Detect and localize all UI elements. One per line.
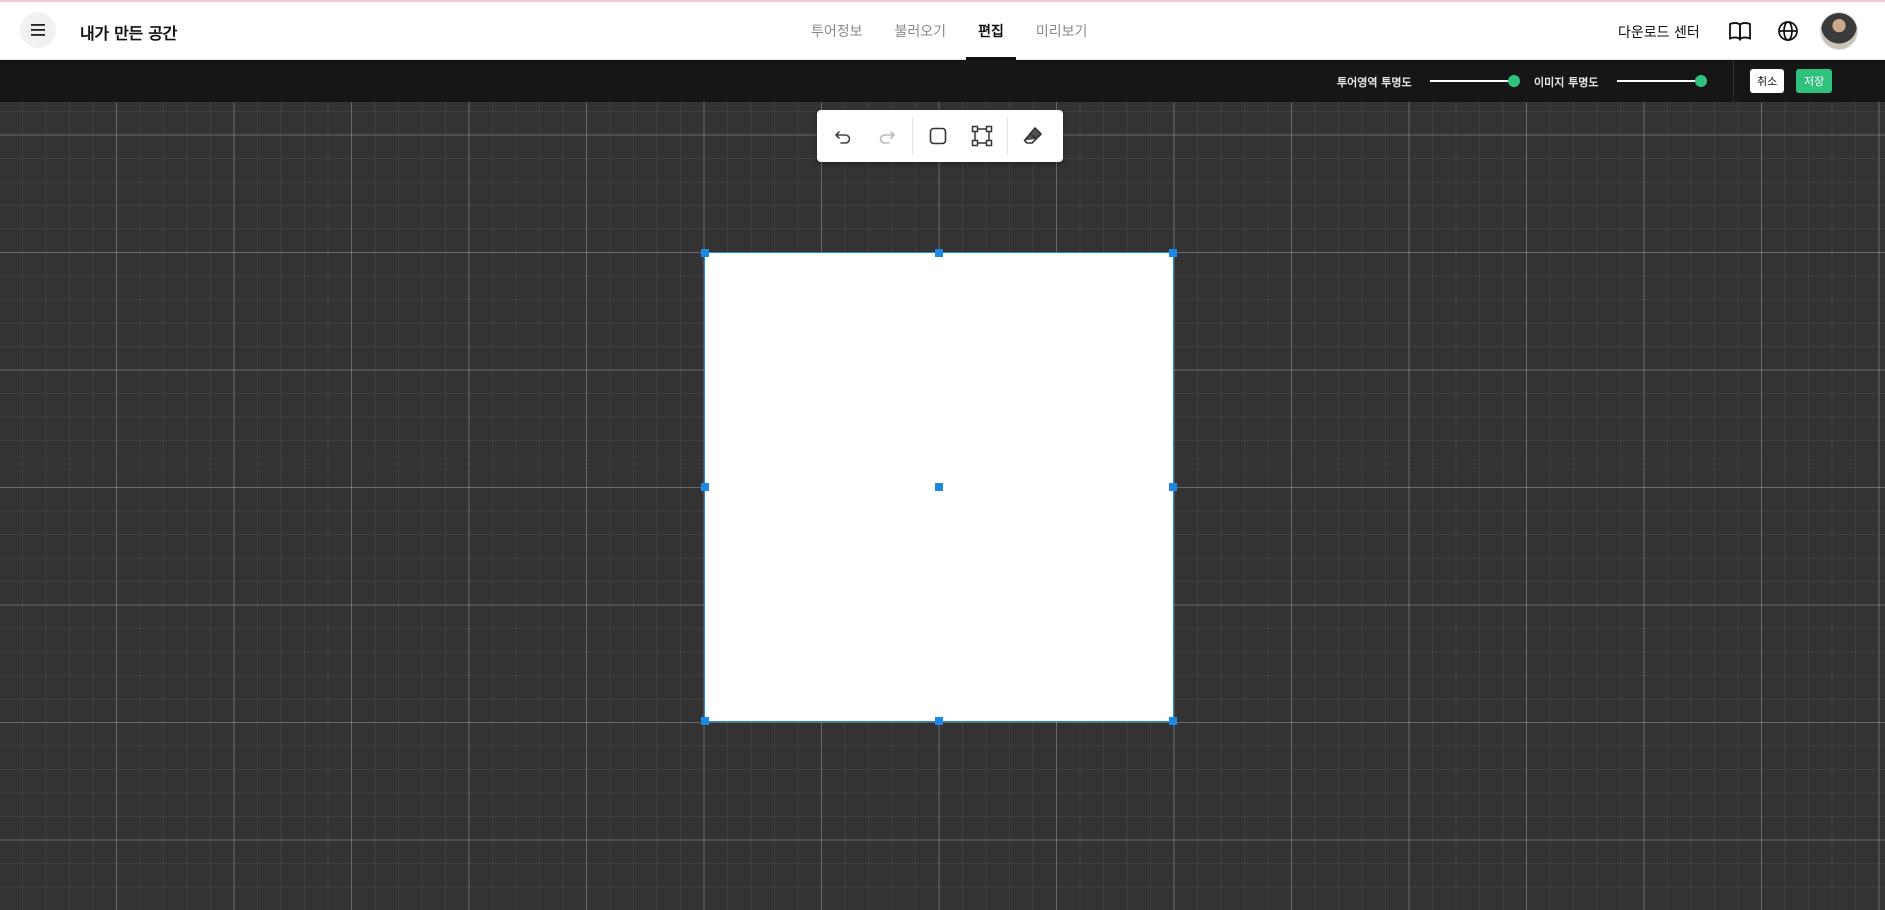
redo-icon	[879, 131, 895, 144]
resize-handle-top-left[interactable]	[701, 249, 709, 257]
resize-handle-top-right[interactable]	[1169, 249, 1177, 257]
app-header: 내가 만든 공간 투어정보 불러오기 편집 미리보기 다운로드 센터	[0, 2, 1885, 60]
transform-tool-button[interactable]	[960, 114, 1004, 158]
image-opacity-label: 이미지 투명도	[1534, 76, 1599, 89]
menu-icon	[31, 24, 45, 36]
cancel-button[interactable]: 취소	[1750, 69, 1785, 93]
rectangle-icon	[929, 127, 947, 145]
eraser-icon	[1023, 127, 1042, 144]
resize-handle-bottom-right[interactable]	[1169, 717, 1177, 725]
download-center-link[interactable]: 다운로드 센터	[1618, 22, 1700, 42]
tour-area[interactable]	[701, 249, 1177, 725]
app-title: 내가 만든 공간	[80, 24, 178, 43]
edit-toolbar-strip: 투어영역 투명도 이미지 투명도 취소 저장	[0, 60, 1885, 102]
menu-button[interactable]	[20, 12, 56, 48]
resize-handle-right[interactable]	[1169, 483, 1177, 491]
save-button[interactable]: 저장	[1796, 69, 1833, 93]
rectangle-tool-button[interactable]	[916, 114, 960, 158]
user-avatar[interactable]	[1820, 12, 1858, 50]
tab-edit[interactable]: 편집	[966, 2, 1016, 60]
tour-opacity-slider[interactable]	[1430, 75, 1520, 87]
resize-handle-bottom[interactable]	[935, 717, 943, 725]
transform-icon	[971, 125, 993, 147]
image-opacity-thumb[interactable]	[1695, 75, 1707, 87]
tab-tour-info[interactable]: 투어정보	[799, 2, 875, 60]
redo-button[interactable]	[865, 114, 909, 158]
center-handle[interactable]	[935, 483, 943, 491]
palette-divider	[912, 118, 913, 154]
resize-handle-left[interactable]	[701, 483, 709, 491]
tour-opacity-thumb[interactable]	[1508, 75, 1520, 87]
undo-icon	[835, 131, 851, 144]
resize-handle-bottom-left[interactable]	[701, 717, 709, 725]
undo-button[interactable]	[821, 114, 865, 158]
eraser-tool-button[interactable]	[1011, 114, 1055, 158]
tool-palette	[817, 110, 1063, 162]
tab-load[interactable]: 불러오기	[883, 2, 959, 60]
image-opacity-slider[interactable]	[1617, 75, 1707, 87]
tab-preview[interactable]: 미리보기	[1024, 2, 1100, 60]
book-icon[interactable]	[1728, 19, 1752, 43]
main-tabs: 투어정보 불러오기 편집 미리보기	[795, 2, 1103, 60]
resize-handle-top[interactable]	[935, 249, 943, 257]
palette-divider	[1007, 118, 1008, 154]
globe-icon[interactable]	[1776, 19, 1800, 43]
tour-opacity-label: 투어영역 투명도	[1337, 76, 1412, 89]
toolbar-divider	[1733, 60, 1734, 102]
